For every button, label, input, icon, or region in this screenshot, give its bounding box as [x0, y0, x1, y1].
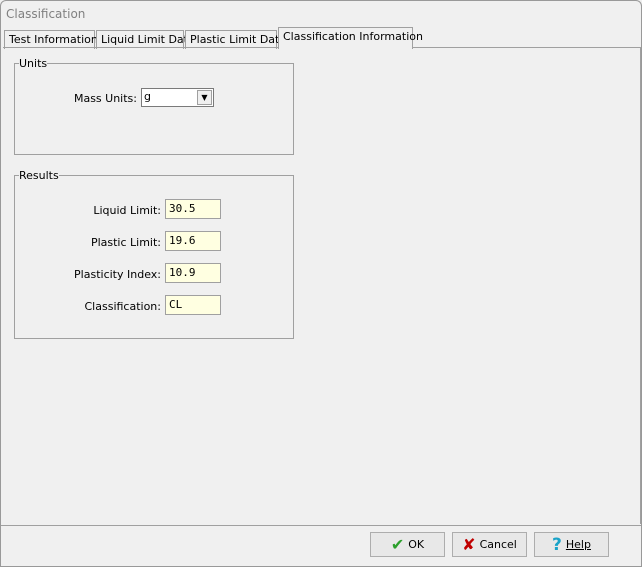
dialog-window: Classification Test Information Liquid L… — [0, 0, 642, 567]
cancel-label: Cancel — [479, 538, 517, 551]
help-button[interactable]: ? Help — [534, 532, 609, 557]
mass-units-value: g — [144, 90, 151, 103]
plastic-limit-label: Plastic Limit: — [90, 236, 161, 249]
window-title: Classification — [6, 7, 86, 21]
units-legend: Units — [19, 57, 48, 70]
tab-classification-information[interactable]: Classification Information — [278, 27, 423, 49]
classification-field[interactable]: CL — [165, 295, 221, 315]
question-icon: ? — [552, 534, 562, 555]
ok-label: OK — [408, 538, 425, 551]
x-icon: ✘ — [462, 535, 476, 554]
chevron-down-icon[interactable]: ▼ — [197, 90, 212, 105]
liquid-limit-field[interactable]: 30.5 — [165, 199, 221, 219]
plastic-limit-field[interactable]: 19.6 — [165, 231, 221, 251]
liquid-limit-label: Liquid Limit: — [93, 204, 161, 217]
results-group: Results — [14, 169, 294, 339]
classification-label: Classification: — [84, 300, 162, 313]
results-legend: Results — [19, 169, 59, 182]
mass-units-label: Mass Units: — [73, 92, 137, 105]
ok-button[interactable]: ✔ OK — [370, 532, 445, 557]
mass-units-select[interactable]: g ▼ — [141, 88, 214, 107]
divider — [1, 525, 641, 526]
help-label: Help — [565, 538, 591, 551]
cancel-button[interactable]: ✘ Cancel — [452, 532, 527, 557]
plasticity-index-label: Plasticity Index: — [74, 268, 161, 281]
plasticity-index-field[interactable]: 10.9 — [165, 263, 221, 283]
checkmark-icon: ✔ — [390, 535, 405, 554]
